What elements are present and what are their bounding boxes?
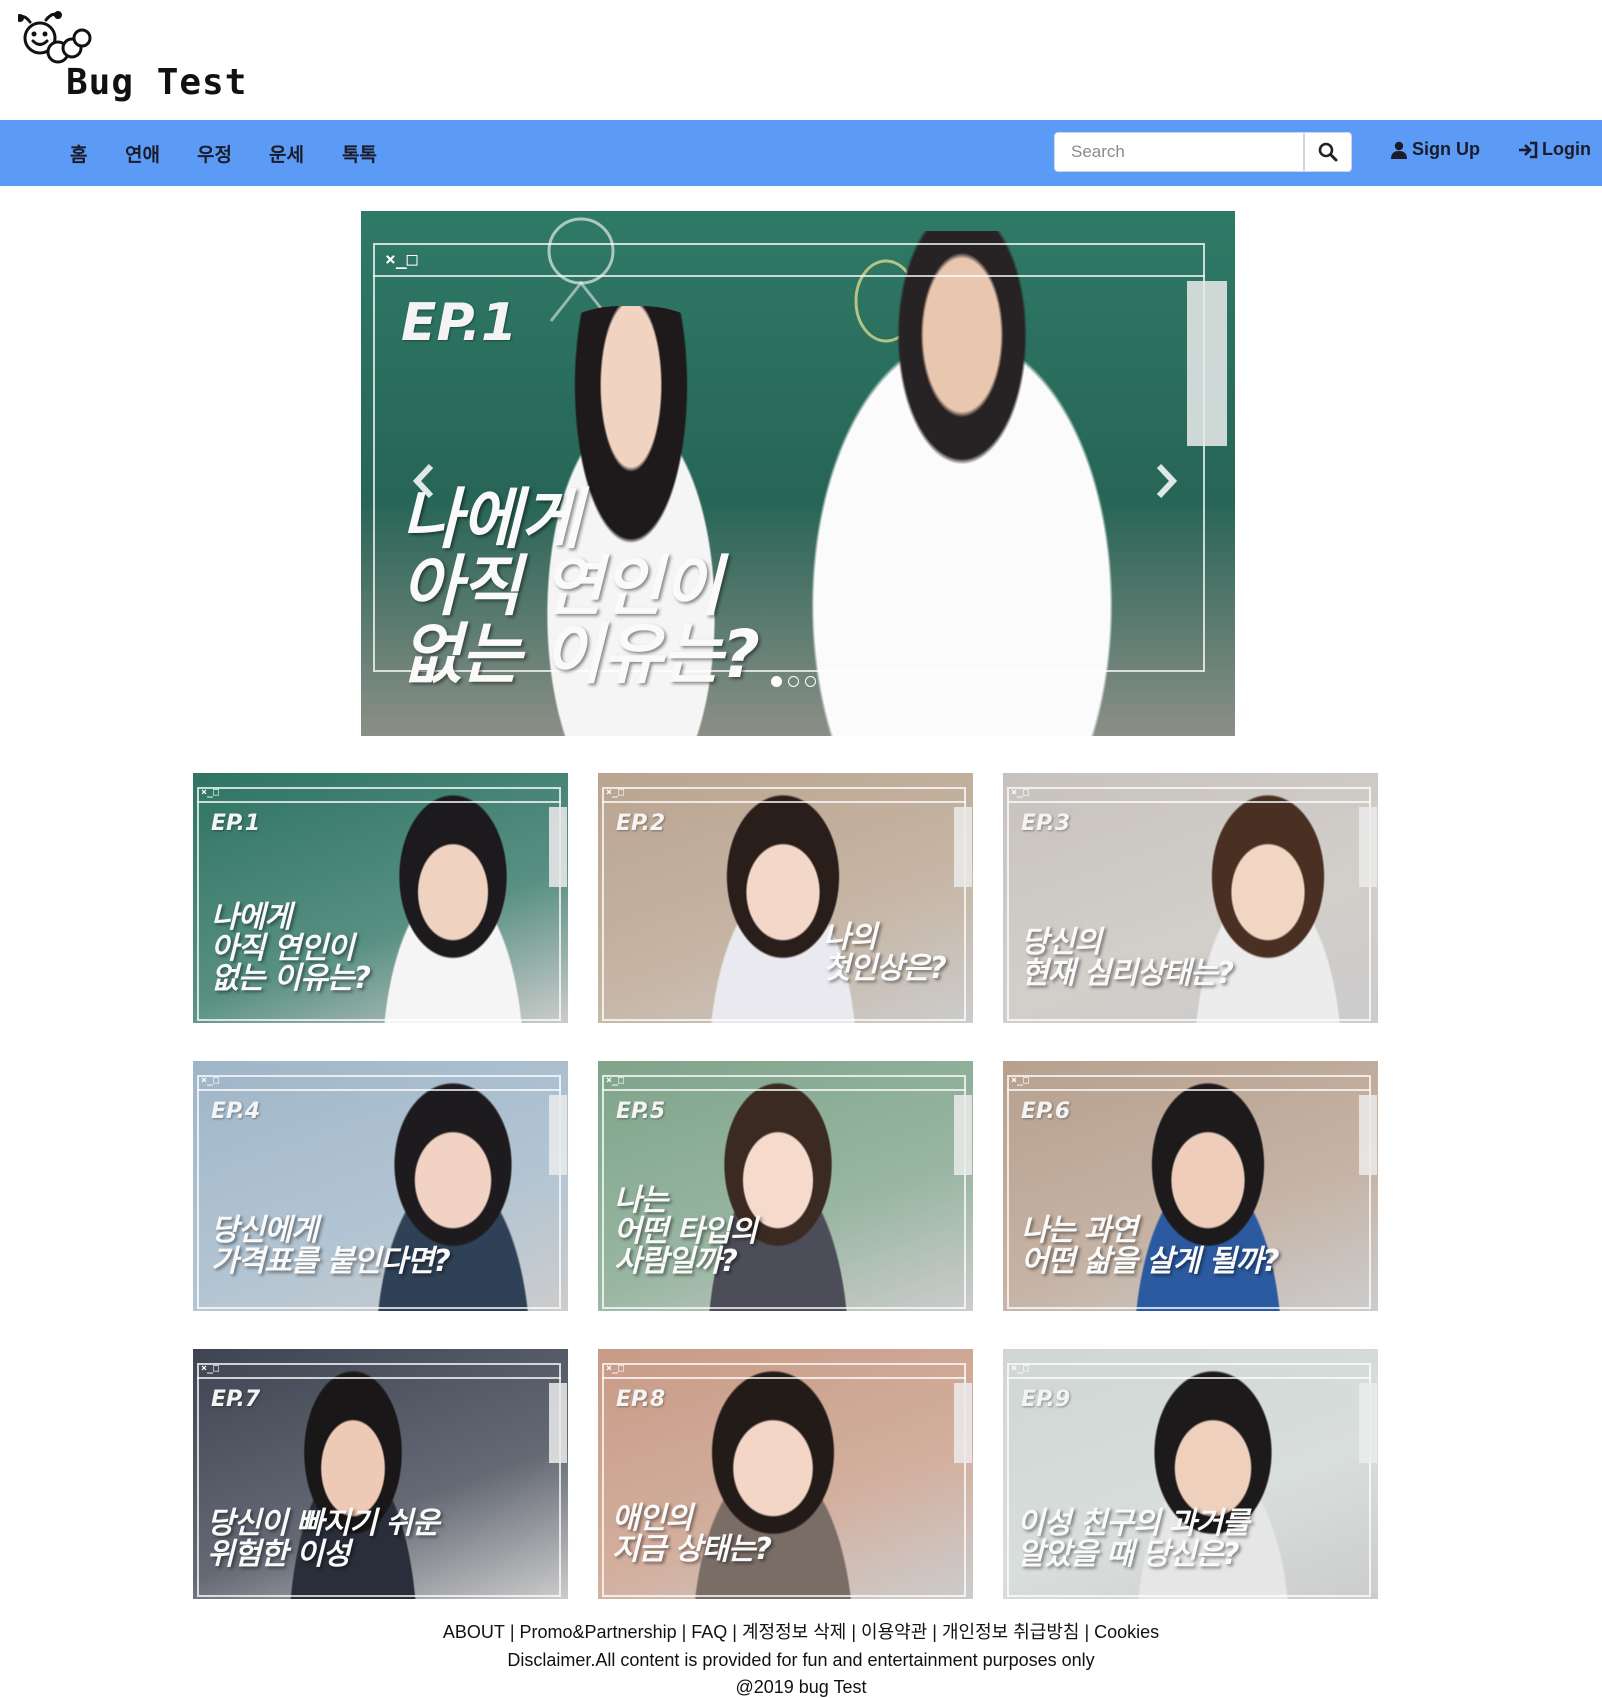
hero-carousel[interactable]: ×_□ EP.1 나에게 아직 연인이 없는 이유는? bbox=[361, 211, 1235, 736]
episode-thumbnail: ×_□ EP.1 나에게 아직 연인이 없는 이유는? bbox=[193, 773, 568, 1023]
episode-card[interactable]: ×_□ EP.3 당신의 현재 심리상태는? bbox=[1003, 773, 1378, 1023]
episode-thumbnail: ×_□ EP.6 나는 과연 어떤 삶을 살게 될까? bbox=[1003, 1061, 1378, 1311]
carousel-indicators bbox=[771, 676, 816, 687]
episode-label: EP.8 bbox=[616, 1387, 666, 1412]
episode-card[interactable]: ×_□ EP.7 당신이 빠지기 쉬운 위험한 이성 bbox=[193, 1349, 568, 1599]
episode-card[interactable]: ×_□ EP.8 애인의 지금 상태는? bbox=[598, 1349, 973, 1599]
episode-headline: 당신의 현재 심리상태는? bbox=[1021, 925, 1234, 991]
chevron-left-icon[interactable] bbox=[409, 461, 439, 501]
footer-link-terms[interactable]: 이용약관 bbox=[861, 1622, 927, 1642]
episode-label: EP.3 bbox=[1021, 811, 1071, 836]
footer-copyright: @2019 bug Test bbox=[735, 1677, 867, 1697]
nav-item-home[interactable]: 홈 bbox=[70, 140, 87, 167]
episode-card[interactable]: ×_□ EP.1 나에게 아직 연인이 없는 이유는? bbox=[193, 773, 568, 1023]
episode-thumbnail: ×_□ EP.3 당신의 현재 심리상태는? bbox=[1003, 773, 1378, 1023]
episode-card[interactable]: ×_□ EP.5 나는 어떤 타입의 사람일까? bbox=[598, 1061, 973, 1311]
episode-thumbnail: ×_□ EP.8 애인의 지금 상태는? bbox=[598, 1349, 973, 1599]
episode-headline: 나의 첫인상은? bbox=[823, 920, 947, 986]
episode-card[interactable]: ×_□ EP.4 당신에게 가격표를 붙인다면? bbox=[193, 1061, 568, 1311]
footer-link-promo[interactable]: Promo&Partnership bbox=[520, 1622, 677, 1642]
chevron-right-icon[interactable] bbox=[1151, 461, 1181, 501]
episode-label: EP.7 bbox=[211, 1387, 261, 1412]
episode-label: EP.6 bbox=[1021, 1099, 1071, 1124]
footer-links: ABOUT | Promo&Partnership | FAQ | 계정정보 삭제 | 이용약관… bbox=[442, 1622, 1160, 1642]
main-navbar: 홈 연애 우정 운세 톡톡 Sign Up Login bbox=[0, 120, 1602, 186]
episode-card[interactable]: ×_□ EP.9 이성 친구의 과거를 알았을 때 당신은? bbox=[1003, 1349, 1378, 1599]
episode-headline: 나에게 아직 연인이 없는 이유는? bbox=[211, 900, 371, 997]
episode-thumbnail: ×_□ EP.7 당신이 빠지기 쉬운 위험한 이성 bbox=[193, 1349, 568, 1599]
signup-label: Sign Up bbox=[1412, 139, 1480, 159]
search-button[interactable] bbox=[1304, 132, 1352, 172]
episode-thumbnail: ×_□ EP.4 당신에게 가격표를 붙인다면? bbox=[193, 1061, 568, 1311]
episode-label: EP.2 bbox=[616, 811, 666, 836]
nav-item-friendship[interactable]: 우정 bbox=[197, 140, 232, 167]
episode-label: EP.1 bbox=[211, 811, 261, 836]
footer-link-privacy[interactable]: 개인정보 취급방침 bbox=[942, 1622, 1079, 1642]
episode-card[interactable]: ×_□ EP.6 나는 과연 어떤 삶을 살게 될까? bbox=[1003, 1061, 1378, 1311]
episode-label: EP.5 bbox=[616, 1099, 666, 1124]
hero-episode-label: EP.1 bbox=[401, 293, 518, 353]
nav-item-fortune[interactable]: 운세 bbox=[269, 140, 304, 167]
login-button[interactable]: Login bbox=[1518, 139, 1591, 160]
episode-headline: 나는 과연 어떤 삶을 살게 될까? bbox=[1021, 1213, 1280, 1279]
episode-card[interactable]: ×_□ EP.2 나의 첫인상은? bbox=[598, 773, 973, 1023]
site-title: Bug Test bbox=[66, 62, 248, 103]
episode-label: EP.9 bbox=[1021, 1387, 1071, 1412]
episode-headline: 나는 어떤 타입의 사람일까? bbox=[614, 1183, 757, 1280]
footer-link-cookies[interactable]: Cookies bbox=[1094, 1622, 1159, 1642]
carousel-dot-3[interactable] bbox=[805, 676, 816, 687]
carousel-slide: ×_□ EP.1 나에게 아직 연인이 없는 이유는? bbox=[361, 211, 1235, 736]
hero-headline: 나에게 아직 연인이 없는 이유는? bbox=[401, 481, 760, 693]
signup-button[interactable]: Sign Up bbox=[1390, 139, 1480, 160]
user-icon bbox=[1391, 141, 1407, 159]
footer-disclaimer: Disclaimer.All content is provided for f… bbox=[507, 1650, 1095, 1670]
episode-thumbnail: ×_□ EP.5 나는 어떤 타입의 사람일까? bbox=[598, 1061, 973, 1311]
nav-item-love[interactable]: 연애 bbox=[125, 140, 160, 167]
nav-item-talk[interactable]: 톡톡 bbox=[342, 140, 377, 167]
search-icon bbox=[1318, 142, 1338, 162]
episode-headline: 이성 친구의 과거를 알았을 때 당신은? bbox=[1017, 1506, 1250, 1572]
footer-link-about[interactable]: ABOUT bbox=[443, 1622, 505, 1642]
episode-label: EP.4 bbox=[211, 1099, 261, 1124]
footer-link-delete-account[interactable]: 계정정보 삭제 bbox=[742, 1622, 846, 1642]
site-footer: ABOUT | Promo&Partnership | FAQ | 계정정보 삭제 | 이용약관… bbox=[0, 1618, 1602, 1698]
episode-headline: 당신이 빠지기 쉬운 위험한 이성 bbox=[207, 1506, 440, 1572]
episode-thumbnail: ×_□ EP.2 나의 첫인상은? bbox=[598, 773, 973, 1023]
login-icon bbox=[1519, 141, 1538, 158]
episode-thumbnail: ×_□ EP.9 이성 친구의 과거를 알았을 때 당신은? bbox=[1003, 1349, 1378, 1599]
login-label: Login bbox=[1542, 139, 1591, 159]
carousel-dot-1[interactable] bbox=[771, 676, 782, 687]
episode-headline: 애인의 지금 상태는? bbox=[612, 1501, 772, 1567]
episode-headline: 당신에게 가격표를 붙인다면? bbox=[211, 1213, 451, 1279]
carousel-dot-2[interactable] bbox=[788, 676, 799, 687]
footer-link-faq[interactable]: FAQ bbox=[691, 1622, 727, 1642]
site-logo[interactable]: Bug Test bbox=[18, 10, 258, 105]
search-input[interactable] bbox=[1054, 132, 1304, 172]
